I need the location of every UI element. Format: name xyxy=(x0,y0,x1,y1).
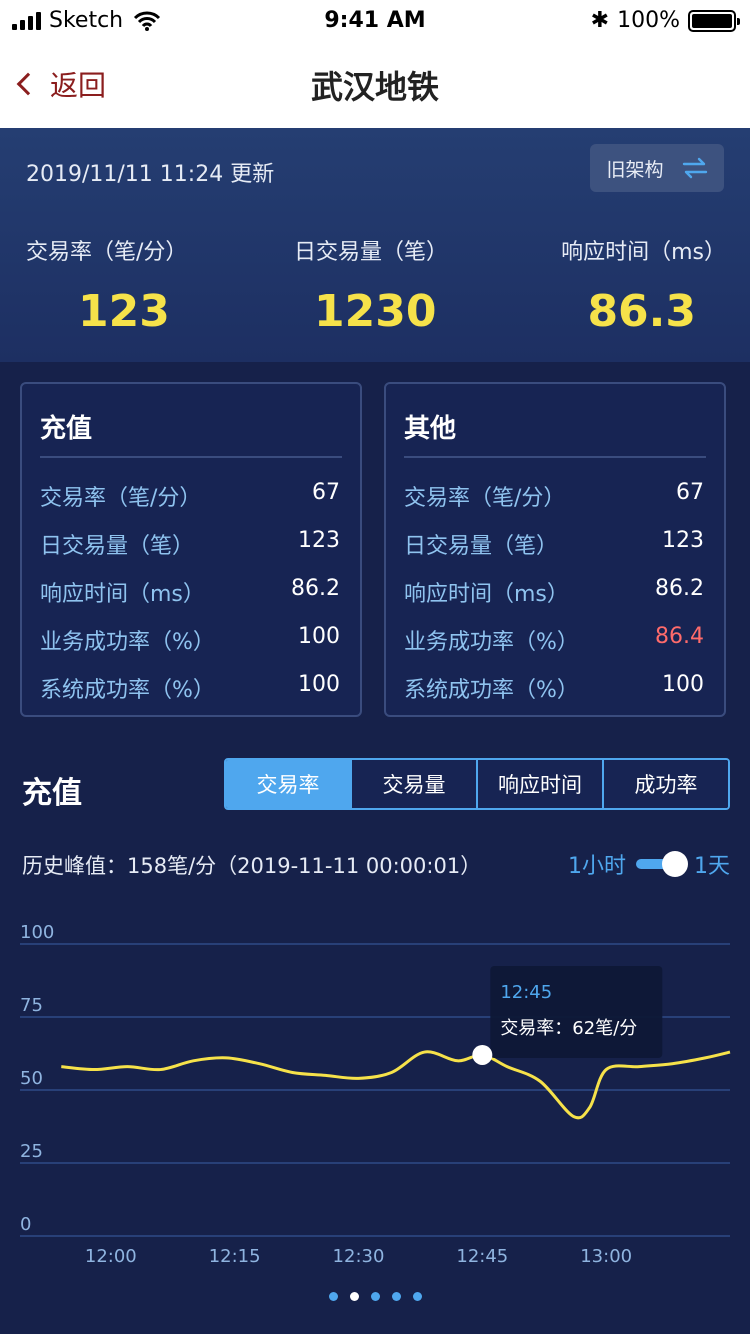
status-right: ✱ 100% xyxy=(590,8,740,33)
tooltip-value: 交易率：62笔/分 xyxy=(500,1018,637,1039)
page-dot[interactable] xyxy=(370,1292,380,1301)
x-tick-label: 12:00 xyxy=(85,1246,137,1267)
row-value: 67 xyxy=(312,480,340,505)
row-label: 响应时间（ms） xyxy=(404,582,569,607)
row-label: 日交易量（笔） xyxy=(404,534,559,559)
switch-architecture-button[interactable]: 旧架构 xyxy=(590,144,724,192)
line-chart[interactable]: 0 25 50 75 100 12:00 12:15 12:30 12:45 13:00 12:45… xyxy=(0,910,750,1280)
y-tick-label: 0 xyxy=(20,1214,31,1235)
range-switch[interactable] xyxy=(636,851,688,877)
page-dot[interactable] xyxy=(328,1292,338,1301)
card-row: 交易率（笔/分） 67 xyxy=(40,480,340,512)
metric-value: 86.3 xyxy=(587,286,696,337)
status-bar: Sketch 9:41 AM ✱ 100% xyxy=(0,0,750,40)
update-time: 2019/11/11 11:24 更新 xyxy=(26,162,275,187)
summary-panel: 2019/11/11 11:24 更新 旧架构 交易率（笔/分） 123 日交易… xyxy=(0,128,750,362)
y-tick-label: 100 xyxy=(20,922,54,943)
x-tick-label: 12:15 xyxy=(209,1246,261,1267)
tab-response-time[interactable]: 响应时间 xyxy=(476,760,602,808)
tab-volume[interactable]: 交易量 xyxy=(350,760,476,808)
tab-rate[interactable]: 交易率 xyxy=(226,760,350,808)
card-row: 业务成功率（%） 100 xyxy=(40,624,340,656)
x-tick-label: 13:00 xyxy=(580,1246,632,1267)
metric-response: 响应时间（ms） 86.3 xyxy=(556,234,726,337)
card-title: 其他 xyxy=(404,414,457,444)
metric-value: 1230 xyxy=(314,286,437,337)
card-row: 交易率（笔/分） 67 xyxy=(404,480,704,512)
metric-label: 交易率（笔/分） xyxy=(26,240,188,265)
toggle-knob[interactable] xyxy=(662,851,688,877)
swap-icon xyxy=(682,157,707,179)
tooltip-time: 12:45 xyxy=(500,982,552,1003)
row-value: 86.2 xyxy=(655,576,704,601)
y-tick-label: 25 xyxy=(20,1141,43,1162)
row-value-alert: 86.4 xyxy=(655,624,704,649)
signal-icon xyxy=(12,11,41,30)
metric-tabs: 交易率 交易量 响应时间 成功率 xyxy=(224,758,730,810)
page-dot[interactable] xyxy=(412,1292,422,1301)
highlight-point xyxy=(472,1044,493,1065)
row-value: 100 xyxy=(662,672,704,697)
row-label: 交易率（笔/分） xyxy=(404,486,566,511)
row-value: 86.2 xyxy=(291,576,340,601)
card-row: 响应时间（ms） 86.2 xyxy=(404,576,704,608)
card-row: 系统成功率（%） 100 xyxy=(404,672,704,704)
arch-button-label: 旧架构 xyxy=(606,158,664,181)
card-other[interactable]: 其他 交易率（笔/分） 67 日交易量（笔） 123 响应时间（ms） 86.2… xyxy=(384,382,726,717)
metric-rate: 交易率（笔/分） 123 xyxy=(26,234,276,337)
row-label: 交易率（笔/分） xyxy=(40,486,202,511)
range-right-label: 1天 xyxy=(694,854,730,879)
row-label: 日交易量（笔） xyxy=(40,534,195,559)
row-value: 123 xyxy=(298,528,340,553)
tooltip-box xyxy=(490,966,663,1058)
range-left-label: 1小时 xyxy=(568,854,626,879)
metric-label: 日交易量（笔） xyxy=(294,240,449,265)
card-row: 业务成功率（%） 86.4 xyxy=(404,624,704,656)
battery-icon xyxy=(688,9,740,32)
divider xyxy=(40,456,342,458)
wifi-icon xyxy=(134,11,161,31)
page-dot[interactable] xyxy=(391,1292,401,1301)
metric-value: 123 xyxy=(78,286,170,337)
card-title: 充值 xyxy=(40,414,93,444)
divider xyxy=(404,456,706,458)
x-tick-label: 12:30 xyxy=(333,1246,385,1267)
metric-label: 响应时间（ms） xyxy=(561,240,726,265)
card-row: 日交易量（笔） 123 xyxy=(404,528,704,560)
card-row: 日交易量（笔） 123 xyxy=(40,528,340,560)
bluetooth-icon: ✱ xyxy=(590,8,610,33)
page-indicator xyxy=(0,1292,750,1301)
metric-volume: 日交易量（笔） 1230 xyxy=(294,234,544,337)
peak-value: 历史峰值：158笔/分（2019-11-11 00:00:01） xyxy=(22,854,482,878)
row-label: 响应时间（ms） xyxy=(40,582,205,607)
row-label: 业务成功率（%） xyxy=(40,630,215,655)
battery-percent: 100% xyxy=(617,8,680,33)
chart-section-title: 充值 xyxy=(22,776,82,811)
page-dot[interactable] xyxy=(349,1292,359,1301)
row-value: 123 xyxy=(662,528,704,553)
card-row: 响应时间（ms） 86.2 xyxy=(40,576,340,608)
card-row: 系统成功率（%） 100 xyxy=(40,672,340,704)
x-tick-label: 12:45 xyxy=(456,1246,508,1267)
series-line xyxy=(61,1050,731,1120)
status-left: Sketch xyxy=(12,8,161,33)
row-value: 100 xyxy=(298,672,340,697)
row-value: 67 xyxy=(676,480,704,505)
row-label: 系统成功率（%） xyxy=(404,678,579,703)
row-value: 100 xyxy=(298,624,340,649)
y-tick-label: 75 xyxy=(20,995,43,1016)
range-toggle: 1小时 1天 xyxy=(568,848,730,880)
tab-success-rate[interactable]: 成功率 xyxy=(602,760,728,808)
page-title: 武汉地铁 xyxy=(310,68,439,106)
row-label: 系统成功率（%） xyxy=(40,678,215,703)
carrier-name: Sketch xyxy=(49,8,124,33)
nav-bar: 返回 武汉地铁 xyxy=(0,40,750,128)
row-label: 业务成功率（%） xyxy=(404,630,579,655)
card-recharge[interactable]: 充值 交易率（笔/分） 67 日交易量（笔） 123 响应时间（ms） 86.2… xyxy=(20,382,362,717)
y-tick-label: 50 xyxy=(20,1068,43,1089)
